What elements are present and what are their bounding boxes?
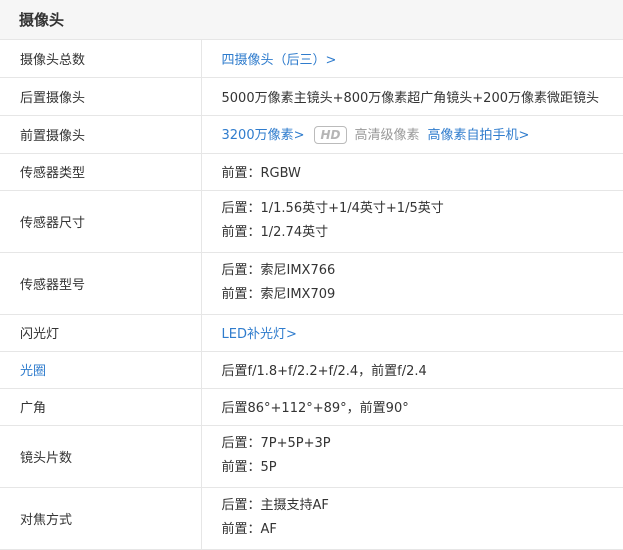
spec-row-wide: 广角 后置86°+112°+89°，前置90° — [0, 388, 623, 425]
spec-row-sensor-type: 传感器类型 前置：RGBW — [0, 153, 623, 190]
spec-key-sensor-size: 传感器尺寸 — [0, 190, 201, 252]
section-header: 摄像头 — [0, 0, 623, 40]
aperture-key-link[interactable]: 光圈 — [20, 364, 46, 379]
spec-row-total: 摄像头总数 四摄像头（后三）> — [0, 40, 623, 77]
spec-value-sensor-model-front: 前置：索尼IMX709 — [222, 283, 623, 307]
spec-key-wide: 广角 — [0, 388, 201, 425]
spec-key-rear: 后置摄像头 — [0, 77, 201, 115]
flash-link[interactable]: LED补光灯> — [222, 327, 297, 342]
spec-row-sensor-model: 传感器型号 后置：索尼IMX766 前置：索尼IMX709 — [0, 252, 623, 314]
spec-key-sensor-model: 传感器型号 — [0, 252, 201, 314]
spec-row-focus: 对焦方式 后置：主摄支持AF 前置：AF — [0, 487, 623, 549]
spec-value-focus-front: 前置：AF — [222, 518, 623, 542]
spec-row-aperture: 光圈 后置f/1.8+f/2.2+f/2.4，前置f/2.4 — [0, 351, 623, 388]
hd-badge-icon: HD — [314, 126, 346, 144]
spec-value-sensor-size-front: 前置：1/2.74英寸 — [222, 221, 623, 245]
spec-value-sensor-model-rear: 后置：索尼IMX766 — [222, 259, 623, 283]
spec-row-flash: 闪光灯 LED补光灯> — [0, 314, 623, 351]
spec-value-sensor-type: 前置：RGBW — [201, 153, 623, 190]
spec-row-rear: 后置摄像头 5000万像素主镜头+800万像素超广角镜头+200万像素微距镜头 — [0, 77, 623, 115]
spec-value-focus-rear: 后置：主摄支持AF — [222, 494, 623, 518]
spec-row-front: 前置摄像头 3200万像素> HD 高清级像素高像素自拍手机> — [0, 115, 623, 153]
camera-spec-table: 摄像头总数 四摄像头（后三）> 后置摄像头 5000万像素主镜头+800万像素超… — [0, 40, 623, 550]
spec-value-lens-rear: 后置：7P+5P+3P — [222, 432, 623, 456]
spec-key-lens: 镜头片数 — [0, 425, 201, 487]
spec-key-flash: 闪光灯 — [0, 314, 201, 351]
spec-key-focus: 对焦方式 — [0, 487, 201, 549]
spec-value-rear: 5000万像素主镜头+800万像素超广角镜头+200万像素微距镜头 — [201, 77, 623, 115]
spec-key-sensor-type: 传感器类型 — [0, 153, 201, 190]
spec-value-aperture: 后置f/1.8+f/2.2+f/2.4，前置f/2.4 — [201, 351, 623, 388]
spec-key-total: 摄像头总数 — [0, 40, 201, 77]
front-megapixel-link[interactable]: 3200万像素> — [222, 128, 305, 143]
selfie-phone-link[interactable]: 高像素自拍手机> — [428, 128, 530, 143]
section-title: 摄像头 — [19, 9, 64, 30]
spec-value-lens-front: 前置：5P — [222, 456, 623, 480]
camera-count-link[interactable]: 四摄像头（后三）> — [222, 53, 337, 68]
spec-row-lens: 镜头片数 后置：7P+5P+3P 前置：5P — [0, 425, 623, 487]
spec-value-wide: 后置86°+112°+89°，前置90° — [201, 388, 623, 425]
spec-row-sensor-size: 传感器尺寸 后置：1/1.56英寸+1/4英寸+1/5英寸 前置：1/2.74英… — [0, 190, 623, 252]
front-quality-label: 高清级像素 — [355, 128, 420, 143]
spec-value-sensor-size-rear: 后置：1/1.56英寸+1/4英寸+1/5英寸 — [222, 197, 623, 221]
spec-key-front: 前置摄像头 — [0, 115, 201, 153]
